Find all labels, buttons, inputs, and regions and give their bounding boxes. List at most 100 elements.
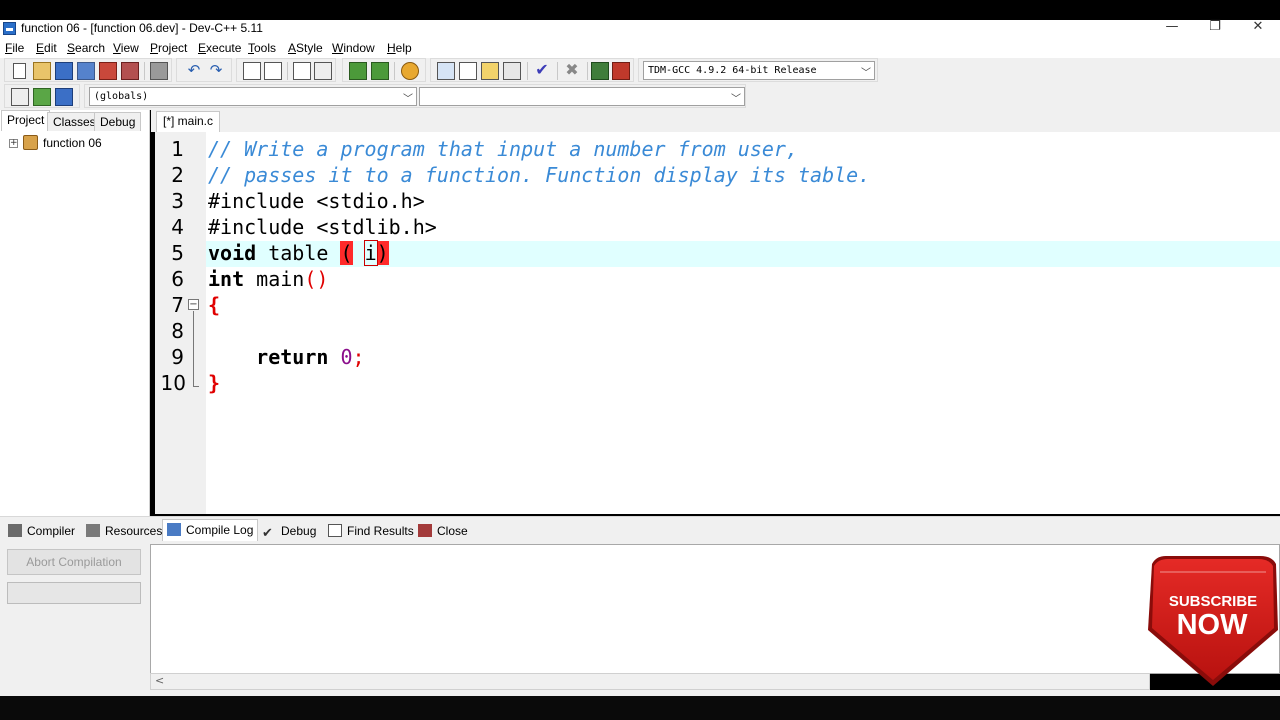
menu-search[interactable]: Search [67, 41, 105, 55]
member-select[interactable]: ﹀ [419, 87, 745, 106]
fold-guide [193, 311, 194, 387]
line-number: 3 [171, 189, 184, 213]
tab-debug-output[interactable]: ✔ Debug [258, 521, 320, 543]
menu-tools[interactable]: Tools [248, 41, 276, 55]
compile-icon[interactable] [437, 62, 455, 80]
scroll-left-arrow[interactable]: < [155, 674, 164, 687]
file-toolbar [4, 58, 172, 82]
line-number: 10 [160, 371, 186, 395]
code-line-3: #include <stdio.h> [208, 189, 425, 213]
menu-astyle[interactable]: AStyle [288, 41, 323, 55]
tab-compile-log[interactable]: Compile Log [162, 519, 259, 541]
line-number: 6 [171, 267, 184, 291]
subscribe-badge-graphic: SUBSCRIBE NOW [1148, 556, 1278, 686]
close-panel-icon [418, 524, 432, 537]
tab-label: Find Results [347, 524, 414, 538]
code-line-10: } [208, 371, 221, 395]
line-number: 9 [171, 345, 184, 369]
save-icon[interactable] [55, 62, 73, 80]
add-to-project-icon[interactable] [349, 62, 367, 80]
rebuild-all-icon[interactable] [503, 62, 521, 80]
tab-label: Close [437, 524, 468, 538]
tab-label: Resources [105, 524, 163, 538]
menu-file[interactable]: File [5, 41, 24, 55]
project-options-icon[interactable] [401, 62, 419, 80]
undo-icon[interactable]: ↶ [185, 62, 203, 80]
menu-edit[interactable]: Edit [36, 41, 57, 55]
menu-window[interactable]: Window [332, 41, 375, 55]
line-number: 5 [171, 241, 184, 265]
menu-help[interactable]: Help [387, 41, 412, 55]
tab-label: Debug [281, 524, 317, 538]
save-all-icon[interactable] [77, 62, 95, 80]
stop-execution-icon[interactable]: ✖ [563, 62, 581, 80]
line-number: 7 [171, 293, 184, 317]
syntax-check-icon[interactable]: ✔ [533, 62, 551, 80]
chevron-down-icon: ﹀ [861, 68, 871, 79]
tab-main-c[interactable]: [*] main.c [156, 111, 221, 132]
horizontal-scrollbar[interactable]: < [150, 673, 1150, 690]
menu-view[interactable]: View [113, 41, 139, 55]
remove-from-project-icon[interactable] [371, 62, 389, 80]
line-number: 4 [171, 215, 184, 239]
close-all-icon[interactable] [121, 62, 139, 80]
fold-guide-end [193, 386, 199, 387]
project-tree-item[interactable]: function 06 [43, 136, 102, 150]
tab-resources[interactable]: Resources [82, 521, 166, 543]
tab-project[interactable]: Project [1, 110, 51, 131]
bookmark-icon[interactable] [55, 88, 73, 106]
tab-close[interactable]: Close [414, 521, 472, 543]
search-toolbar [236, 58, 336, 82]
abort-compilation-button[interactable]: Abort Compilation [7, 549, 141, 575]
run-icon[interactable] [459, 62, 477, 80]
minimize-button[interactable]: — [1152, 19, 1192, 37]
line-number-gutter: 1 2 3 4 5 6 7 8 9 10 [155, 132, 206, 514]
toggle-fullscreen-icon[interactable] [314, 62, 332, 80]
code-line-1: // Write a program that input a number f… [208, 137, 799, 161]
open-folder-icon[interactable] [33, 62, 51, 80]
menu-execute[interactable]: Execute [198, 41, 241, 55]
close-file-icon[interactable] [99, 62, 117, 80]
new-file-icon[interactable] [13, 63, 26, 79]
scope-select[interactable]: (globals) ﹀ [89, 87, 417, 106]
find-results-icon [328, 524, 342, 537]
compiler-select[interactable]: TDM-GCC 4.9.2 64-bit Release ﹀ [643, 61, 875, 80]
identifier-i: i [363, 240, 378, 266]
bottom-panel-tabs: Compiler Resources Compile Log ✔ Debug Fi… [0, 516, 1280, 544]
compile-log-output[interactable] [150, 544, 1280, 674]
delete-profile-icon[interactable] [612, 62, 630, 80]
keyword-int: int [208, 267, 245, 291]
redo-icon[interactable]: ↷ [207, 62, 225, 80]
identifier-main: main [244, 267, 305, 291]
paren-main: () [304, 267, 329, 291]
replace-icon[interactable] [264, 62, 282, 80]
insert-icon[interactable] [11, 88, 29, 106]
compile-run-icon[interactable] [481, 62, 499, 80]
class-browser-toolbar: (globals) ﹀ ﹀ [84, 84, 746, 108]
line-number: 8 [171, 319, 184, 343]
tree-expand-toggle[interactable]: + [9, 139, 18, 148]
compile-progress-bar [7, 582, 141, 604]
goto-definition-icon[interactable] [33, 88, 51, 106]
tab-label: Compile Log [186, 523, 254, 537]
window-title: function 06 - [function 06.dev] - Dev-C+… [21, 21, 263, 35]
code-line-9: return 0; [208, 344, 364, 370]
compiler-set-toolbar: TDM-GCC 4.9.2 64-bit Release ﹀ [638, 58, 878, 82]
title-bar: function 06 - [function 06.dev] - Dev-C+… [0, 19, 1280, 38]
goto-line-icon[interactable] [293, 62, 311, 80]
menu-project[interactable]: Project [150, 41, 187, 55]
tab-compiler[interactable]: Compiler [4, 521, 79, 543]
close-button[interactable]: ✕ [1238, 19, 1278, 37]
code-editor[interactable]: // Write a program that input a number f… [206, 132, 1280, 514]
find-icon[interactable] [243, 62, 261, 80]
profile-chart-icon[interactable] [591, 62, 609, 80]
print-icon[interactable] [150, 62, 168, 80]
restore-button[interactable]: ❐ [1195, 19, 1235, 37]
keyword-void: void [208, 241, 257, 265]
fold-toggle[interactable]: − [188, 299, 199, 310]
tab-debug[interactable]: Debug [94, 112, 142, 131]
tab-find-results[interactable]: Find Results [324, 521, 418, 543]
status-bar [0, 690, 1280, 720]
